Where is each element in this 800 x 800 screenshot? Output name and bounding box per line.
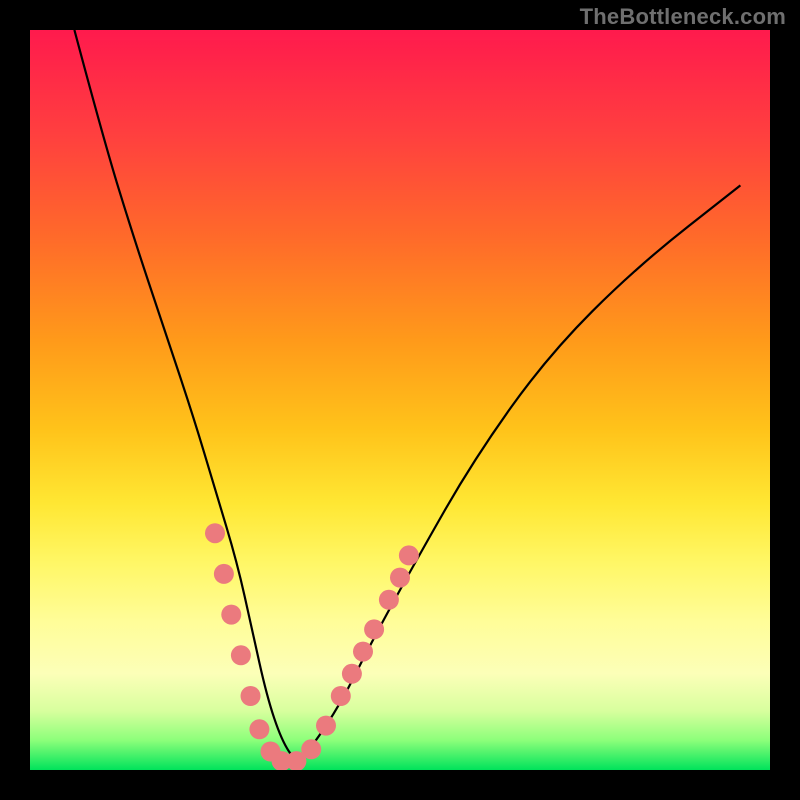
curve-marker: [214, 564, 234, 584]
curve-marker: [342, 664, 362, 684]
curve-marker: [205, 523, 225, 543]
curve-marker: [331, 686, 351, 706]
curve-marker: [399, 545, 419, 565]
chart-frame: TheBottleneck.com: [0, 0, 800, 800]
watermark-text: TheBottleneck.com: [580, 4, 786, 30]
curve-marker: [353, 642, 373, 662]
curve-marker: [249, 719, 269, 739]
curve-marker: [379, 590, 399, 610]
curve-marker: [364, 619, 384, 639]
curve-marker: [316, 716, 336, 736]
bottleneck-curve: [30, 30, 770, 770]
curve-marker: [301, 739, 321, 759]
chart-plot-area: [30, 30, 770, 770]
curve-marker: [221, 605, 241, 625]
curve-marker: [390, 568, 410, 588]
curve-marker: [231, 645, 251, 665]
curve-marker: [241, 686, 261, 706]
